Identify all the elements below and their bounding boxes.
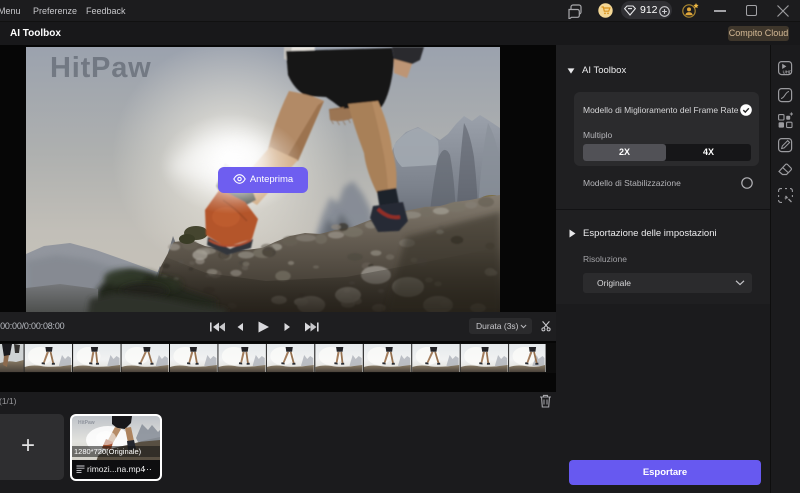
- svg-text:HitPaw: HitPaw: [78, 420, 95, 426]
- svg-text:UHD: UHD: [783, 70, 793, 75]
- svg-text:HitPaw: HitPaw: [50, 52, 152, 84]
